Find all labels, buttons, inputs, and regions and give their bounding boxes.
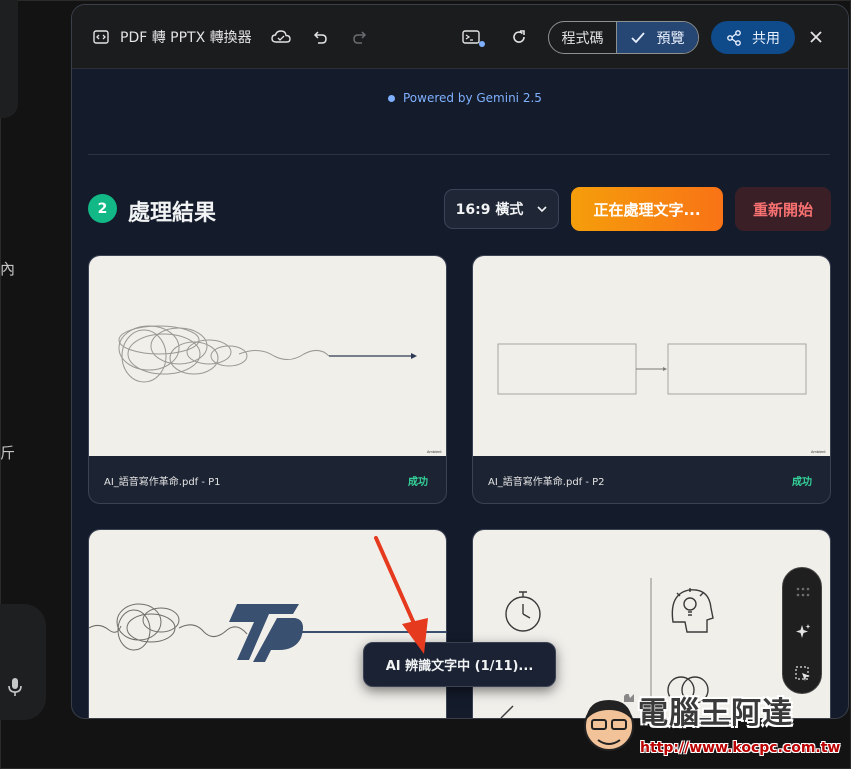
drag-handle-icon[interactable] <box>793 582 813 602</box>
background-text: 內 <box>0 260 16 278</box>
refresh-icon[interactable] <box>509 27 529 47</box>
check-icon <box>630 32 645 43</box>
restart-button[interactable]: 重新開始 <box>735 187 831 231</box>
code-tab[interactable]: 程式碼 <box>549 22 616 53</box>
watermark: 電腦王阿達 http://www.kocpc.com.tw <box>580 686 848 766</box>
share-icon <box>727 29 741 46</box>
canvas-window: PDF 轉 PPTX 轉換器 程式碼 預覽 共用 Powered by Gemi… <box>71 4 849 719</box>
background-panel <box>0 0 18 118</box>
floating-toolbar <box>782 567 822 694</box>
card-status: 成功 <box>792 476 812 488</box>
divider <box>88 154 830 155</box>
microphone-icon[interactable] <box>8 678 22 696</box>
slide-thumbnail: Ambient <box>89 256 446 456</box>
aspect-ratio-value: 16:9 橫式 <box>455 202 524 218</box>
view-toggle: 程式碼 預覽 <box>548 21 699 54</box>
svg-text:Ambient: Ambient <box>811 450 826 454</box>
preview-tab-label: 預覽 <box>656 30 685 47</box>
card-filename: AI_語音寫作革命.pdf - P1 <box>104 476 221 488</box>
svg-text:Ambient: Ambient <box>427 450 442 454</box>
aspect-ratio-select[interactable]: 16:9 橫式 <box>444 189 559 229</box>
card-status: 成功 <box>408 476 428 488</box>
undo-icon[interactable] <box>310 27 330 47</box>
watermark-name: 電腦王阿達 <box>638 696 793 731</box>
result-card[interactable]: Ambient AI_語音寫作革命.pdf - P2 成功 <box>472 255 831 504</box>
background-text: 斤 <box>0 444 16 462</box>
card-filename: AI_語音寫作革命.pdf - P2 <box>488 476 605 488</box>
powered-by-text: Powered by Gemini 2.5 <box>403 91 542 105</box>
cloud-sync-icon[interactable] <box>270 27 292 47</box>
close-icon[interactable] <box>805 26 827 48</box>
annotation-arrow-icon <box>374 536 428 654</box>
select-element-icon[interactable] <box>793 664 813 684</box>
mascot-logo-icon <box>584 694 634 751</box>
preview-tab[interactable]: 預覽 <box>616 22 698 53</box>
console-icon[interactable] <box>461 27 487 49</box>
step-badge: 2 <box>88 194 117 223</box>
share-button-label: 共用 <box>752 30 780 47</box>
watermark-url: http://www.kocpc.com.tw <box>640 740 841 756</box>
card-footer: AI_語音寫作革命.pdf - P2 成功 <box>473 456 830 503</box>
redo-icon[interactable] <box>350 27 370 47</box>
section-title: 處理結果 <box>128 201 217 226</box>
slide-thumbnail: Ambient <box>473 256 830 456</box>
chevron-down-icon <box>537 205 547 212</box>
sparkle-icon[interactable] <box>793 622 813 642</box>
result-card[interactable]: Ambient AI_語音寫作革命.pdf - P1 成功 <box>88 255 447 504</box>
canvas-toolbar: PDF 轉 PPTX 轉換器 程式碼 預覽 共用 <box>72 5 848 69</box>
code-icon <box>92 28 110 46</box>
card-footer: AI_語音寫作革命.pdf - P1 成功 <box>89 456 446 503</box>
canvas-title: PDF 轉 PPTX 轉換器 <box>120 30 252 46</box>
processing-button[interactable]: 正在處理文字... <box>571 187 723 231</box>
prompt-input-panel <box>0 604 46 720</box>
status-dot <box>388 94 395 102</box>
share-button[interactable]: 共用 <box>711 21 795 54</box>
powered-by: Powered by Gemini 2.5 <box>388 91 542 105</box>
